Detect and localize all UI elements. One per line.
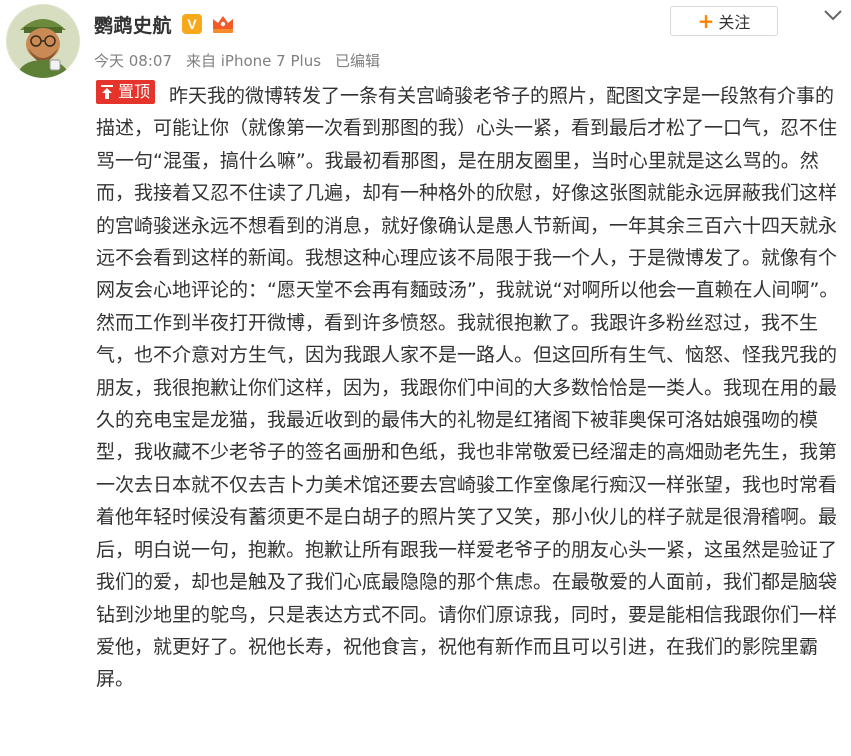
edited-label[interactable]: 已编辑 [335,50,380,71]
plus-icon: + [697,9,715,33]
member-crown-icon[interactable] [210,13,236,35]
avatar-illustration-icon [6,4,80,78]
avatar[interactable] [6,4,80,78]
post-source: 来自 iPhone 7 Plus [186,52,322,70]
pin-tag[interactable]: 置顶 [96,80,156,104]
post-content: 置顶 昨天我的微博转发了一条有关宫崎骏老爷子的照片，配图文字是一段煞有介事的描述，… [96,80,840,696]
follow-button[interactable]: + 关注 [670,6,778,36]
pin-top-icon [101,85,113,99]
verified-v-icon[interactable]: V [182,14,203,34]
post-meta: 今天 08:07 来自 iPhone 7 Plus 已编辑 [94,50,384,71]
author-name[interactable]: 鹦鹉史航 [94,11,172,38]
follow-label: 关注 [718,13,751,32]
pin-label: 置顶 [118,81,151,101]
author-row: 鹦鹉史航 V [94,8,236,40]
chevron-down-icon[interactable] [822,6,844,24]
post-body-text: 昨天我的微博转发了一条有关宫崎骏老爷子的照片，配图文字是一段煞有介事的描述，可能… [96,85,839,691]
post-time[interactable]: 今天 08:07 [94,50,172,71]
